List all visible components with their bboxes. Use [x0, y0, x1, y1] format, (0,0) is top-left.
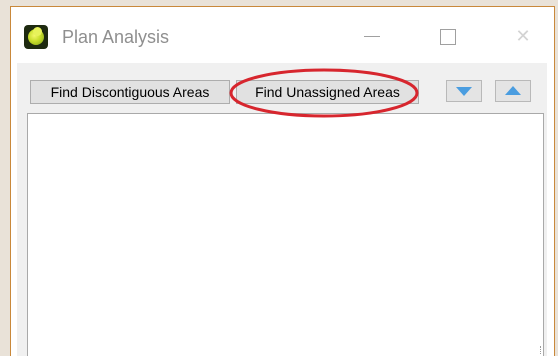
find-unassigned-areas-button[interactable]: Find Unassigned Areas: [236, 80, 419, 104]
chevron-up-icon: [505, 86, 521, 95]
minimize-icon: [364, 36, 380, 37]
move-down-button[interactable]: [446, 80, 482, 102]
plan-analysis-window: Plan Analysis ✕ Find Discontiguous Areas…: [10, 6, 555, 356]
close-icon: ✕: [515, 26, 531, 46]
minimize-button[interactable]: [349, 19, 395, 53]
app-icon-leaf-highlight: [33, 27, 42, 36]
maximize-button[interactable]: [425, 19, 471, 53]
resize-grip-icon[interactable]: [536, 346, 541, 354]
chevron-down-icon: [456, 87, 472, 96]
find-discontiguous-areas-button[interactable]: Find Discontiguous Areas: [30, 80, 230, 104]
plan-analysis-app-icon: [24, 25, 48, 49]
close-button[interactable]: ✕: [500, 19, 546, 53]
window-title: Plan Analysis: [62, 27, 170, 47]
results-list[interactable]: [27, 113, 544, 356]
dialog-content: Find Discontiguous Areas Find Unassigned…: [17, 63, 547, 356]
title-bar[interactable]: Plan Analysis ✕: [11, 7, 554, 63]
maximize-icon: [440, 29, 456, 45]
move-up-button[interactable]: [495, 80, 531, 102]
